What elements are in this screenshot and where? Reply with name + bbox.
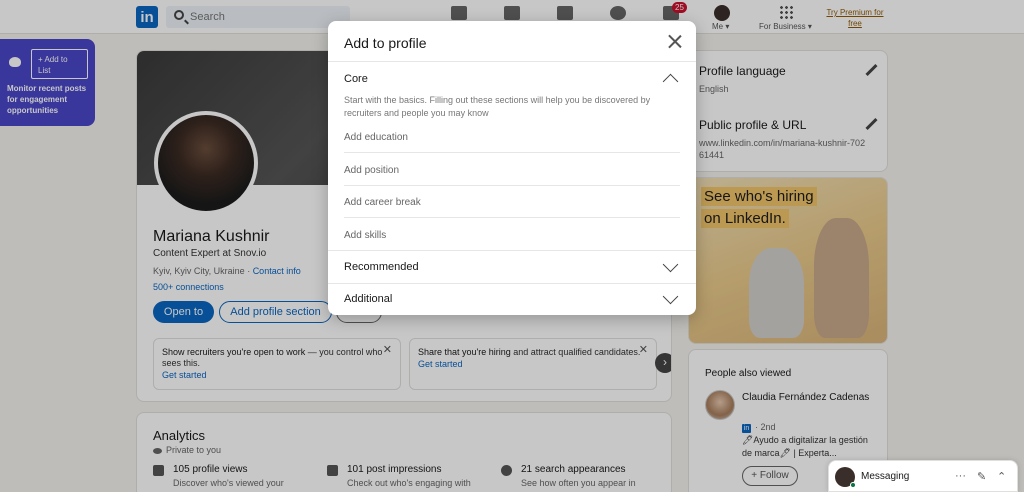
chevron-up-icon[interactable]: ⌃	[997, 470, 1006, 483]
divider	[344, 152, 680, 153]
add-to-profile-modal: Add to profile Core Start with the basic…	[328, 21, 696, 315]
core-description: Start with the basics. Filling out these…	[344, 95, 651, 118]
divider	[344, 217, 680, 218]
add-skills-link[interactable]: Add skills	[344, 230, 386, 241]
divider	[328, 250, 696, 251]
section-recommended[interactable]: Recommended	[344, 261, 419, 273]
online-status-icon	[850, 482, 856, 488]
compose-icon[interactable]: ✎	[977, 470, 986, 483]
add-position-link[interactable]: Add position	[344, 165, 399, 176]
chevron-up-icon[interactable]	[662, 73, 679, 90]
chevron-down-icon[interactable]	[662, 288, 679, 305]
close-icon[interactable]	[668, 35, 681, 48]
add-career-break-link[interactable]: Add career break	[344, 197, 421, 208]
modal-title: Add to profile	[344, 35, 427, 51]
messaging-label: Messaging	[861, 471, 910, 482]
chevron-down-icon[interactable]	[662, 256, 679, 273]
section-core[interactable]: Core	[344, 73, 368, 85]
add-education-link[interactable]: Add education	[344, 132, 408, 143]
divider	[344, 185, 680, 186]
divider	[328, 61, 696, 62]
divider	[328, 283, 696, 284]
more-icon[interactable]: ···	[955, 470, 966, 482]
section-additional[interactable]: Additional	[344, 293, 392, 305]
messaging-dock[interactable]: Messaging ··· ✎ ⌃	[828, 460, 1018, 492]
